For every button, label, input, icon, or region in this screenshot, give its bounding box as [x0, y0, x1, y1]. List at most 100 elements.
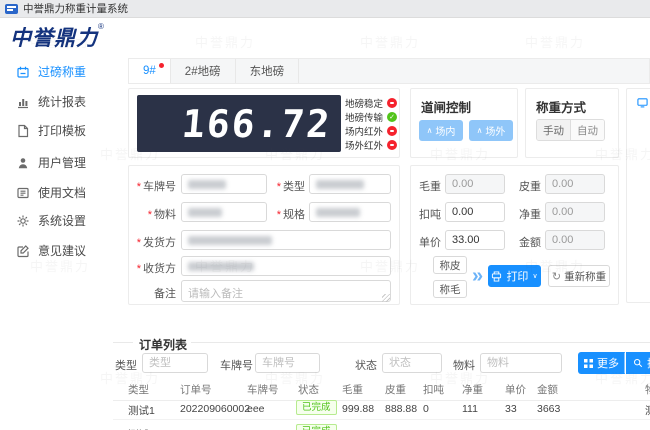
tare-input[interactable] — [545, 174, 605, 194]
mode-manual-option[interactable]: 手动 — [537, 120, 571, 140]
sidebar-item-print-templates[interactable]: 打印模板 — [16, 122, 86, 139]
filter-type-label: 类型 — [115, 360, 137, 372]
col-header: 订单号 — [180, 384, 212, 396]
refresh-icon: ↻ — [551, 270, 562, 283]
shipper-input[interactable] — [181, 230, 391, 250]
type-input[interactable] — [309, 174, 391, 194]
search-icon — [633, 358, 643, 368]
watermark-text: 中誉鼎力 — [525, 35, 586, 50]
sidebar-item-reports[interactable]: 统计报表 — [16, 93, 86, 110]
sidebar-item-weighing[interactable]: 过磅称重 — [16, 63, 86, 80]
indicator-transmit: 地磅传输 ✓ — [345, 110, 397, 124]
weigh-tare-button[interactable]: 称皮 — [433, 256, 467, 274]
spec-input[interactable] — [309, 202, 391, 222]
shipper-label: 发货方 — [129, 234, 176, 250]
material-label: 物料 — [129, 206, 176, 222]
more-button[interactable]: 更多 — [578, 352, 625, 374]
print-button[interactable]: 打印 ∨ — [488, 265, 541, 287]
receiver-label: 收货方 — [129, 260, 176, 276]
filter-status-input[interactable] — [382, 353, 442, 373]
tab-scale-2[interactable]: 2#地磅 — [171, 59, 236, 83]
divider — [191, 342, 650, 343]
tab-label: 2#地磅 — [184, 66, 221, 78]
chevron-up-icon: ∧ — [476, 126, 483, 135]
remark-textarea[interactable] — [181, 280, 391, 302]
plate-input[interactable] — [181, 174, 267, 194]
filter-type-input[interactable] — [142, 353, 208, 373]
deduct-input[interactable] — [445, 202, 505, 222]
receiver-input[interactable] — [181, 256, 391, 276]
masked-value — [316, 207, 360, 217]
amount-label: 金额 — [519, 237, 541, 249]
status-dot-green: ✓ — [387, 112, 397, 122]
resize-handle[interactable] — [382, 294, 390, 302]
price-label: 单价 — [419, 237, 441, 249]
sidebar-item-settings[interactable]: 系统设置 — [16, 212, 86, 229]
col-header: 单价 — [505, 384, 526, 396]
cell-order-no: 202209060002 — [180, 403, 251, 415]
gate-inside-button[interactable]: ∧ 场内 — [419, 120, 463, 141]
masked-value — [188, 179, 226, 189]
indicator-ir-inside: 场内红外 — [345, 124, 397, 138]
table-row[interactable]: 测试1 202209060002 eee 已完成 999.88 888.88 0… — [113, 397, 650, 420]
divider — [113, 342, 133, 343]
indicator-ir-outside: 场外红外 — [345, 138, 397, 152]
mode-panel-title: 称重方式 — [536, 101, 587, 115]
sidebar-item-label: 打印模板 — [38, 124, 87, 138]
filter-plate-input[interactable] — [255, 353, 320, 373]
net-label: 净重 — [519, 209, 541, 221]
print-template-icon — [16, 124, 30, 138]
sidebar-item-label: 意见建议 — [38, 244, 87, 258]
cell-status: 已完成 — [296, 400, 337, 416]
printer-icon — [491, 270, 502, 282]
net-input[interactable] — [545, 202, 605, 222]
table-row[interactable]: 测试1 已完成 — [113, 421, 650, 430]
price-input[interactable] — [445, 230, 505, 250]
weigh-gross-button[interactable]: 称毛 — [433, 280, 467, 298]
tab-alert-dot — [158, 63, 164, 68]
double-chevron-icon: » — [472, 265, 484, 287]
scale-icon — [16, 65, 30, 79]
vehicle-form-panel: 车牌号 类型 物料 规格 发货方 收货方 备注 — [128, 165, 400, 305]
chevron-up-icon: ∧ — [426, 126, 433, 135]
reweigh-button[interactable]: ↻ 重新称重 — [548, 265, 610, 287]
sidebar-item-label: 用户管理 — [38, 156, 87, 170]
watermark-text: 中誉鼎力 — [195, 35, 256, 50]
sidebar-item-feedback[interactable]: 意见建议 — [16, 242, 86, 259]
search-button[interactable]: 搜索 — [626, 352, 650, 374]
sidebar-item-label: 过磅称重 — [38, 65, 87, 79]
cell-plate: eee — [247, 403, 265, 415]
grid-icon — [584, 358, 593, 368]
status-dot-red — [387, 98, 397, 108]
deduct-label: 扣吨 — [419, 209, 441, 221]
sidebar-item-docs[interactable]: 使用文档 — [16, 184, 86, 201]
material-input[interactable] — [181, 202, 267, 222]
masked-value — [188, 235, 272, 245]
gate-outside-button[interactable]: ∧ 场外 — [469, 120, 513, 141]
gross-input[interactable] — [445, 174, 505, 194]
tare-label: 皮重 — [519, 181, 541, 193]
tab-scale-9[interactable]: 9# — [129, 59, 171, 83]
filter-material-input[interactable] — [480, 353, 562, 373]
col-header: 车牌号 — [247, 384, 279, 396]
amount-input[interactable] — [545, 230, 605, 250]
more-button-label: 更多 — [597, 358, 619, 370]
indicator-label: 地磅传输 — [345, 113, 384, 124]
print-button-label: 打印 — [506, 271, 529, 283]
app-logo-icon — [5, 3, 18, 14]
remark-label: 备注 — [154, 288, 176, 300]
user-icon — [16, 156, 30, 170]
scale-display-panel: 166.72 地磅稳定 地磅传输 ✓ 场内红外 场外红外 — [128, 88, 400, 158]
mode-auto-option[interactable]: 自动 — [571, 120, 604, 140]
gear-icon — [16, 214, 30, 228]
col-header: 毛重 — [342, 384, 363, 396]
filter-status-label: 状态 — [355, 360, 377, 372]
col-header: 状态 — [298, 384, 319, 396]
tab-scale-east[interactable]: 东地磅 — [236, 59, 300, 83]
gate-button-label: 场外 — [485, 127, 506, 138]
status-badge: 已完成 — [296, 400, 337, 416]
sidebar-item-users[interactable]: 用户管理 — [16, 154, 86, 171]
window-title: 中誉鼎力称重计量系统 — [23, 3, 128, 15]
cell-status: 已完成 — [296, 424, 337, 430]
window-titlebar: 中誉鼎力称重计量系统 — [0, 0, 650, 18]
